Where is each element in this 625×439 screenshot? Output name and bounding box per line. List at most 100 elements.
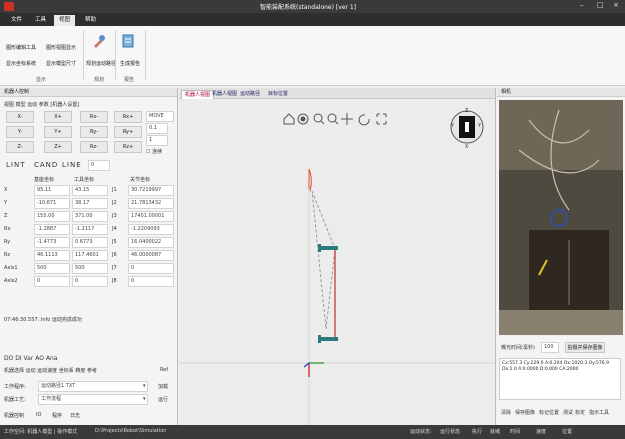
minimize-button[interactable]: – xyxy=(580,1,584,9)
table-cell: -10.671 xyxy=(34,198,70,209)
menu-bar: 文件 工具 视图 帮助 xyxy=(0,13,625,26)
zoom-out-icon xyxy=(327,113,337,123)
table-row-label: J6 xyxy=(112,252,117,258)
table-cell: 500 xyxy=(34,263,70,274)
tab-robot-control[interactable]: 机器控制 xyxy=(4,412,24,419)
motion-path xyxy=(311,190,336,330)
tab-target[interactable]: 目标位置 xyxy=(265,90,291,99)
jog-rz-plus-button[interactable]: Rz+ xyxy=(114,141,142,153)
mode-cand[interactable]: CAND xyxy=(34,161,58,169)
maximize-button[interactable]: □ xyxy=(597,1,604,9)
table-cell: 38.17 xyxy=(72,198,108,209)
table-cell: 155.00 xyxy=(34,211,70,222)
camera-background xyxy=(499,100,623,170)
process-select[interactable]: 工作流程 xyxy=(38,394,148,405)
jog-y-plus-button[interactable]: Y+ xyxy=(44,126,72,138)
indicate-tool-button[interactable]: 指示工具 xyxy=(589,409,609,416)
options-row[interactable]: 机器选择 运动 运动速度 坐标系 精度 参考 xyxy=(4,367,97,374)
jog-x-minus-button[interactable]: X- xyxy=(6,111,34,123)
table-row-label: J5 xyxy=(112,239,117,245)
speed-select[interactable]: MOVE xyxy=(146,111,174,122)
chevron-down-icon[interactable]: ▾ xyxy=(143,383,146,389)
panel-header: 机器人控制 xyxy=(0,88,177,97)
ribbon-button-edit[interactable]: 图形编辑工具 xyxy=(6,44,36,51)
orientation-gizmo: Z Y X Y xyxy=(450,108,484,150)
menu-help[interactable]: 帮助 xyxy=(80,15,101,26)
table-cell: 46.0000087 xyxy=(128,250,174,261)
clear-button[interactable]: 清除 xyxy=(501,409,511,416)
ribbon-button-display[interactable]: 图形视图显示 xyxy=(46,44,76,51)
menu-tools[interactable]: 工具 xyxy=(30,15,51,26)
tab-robot-view-2[interactable]: 机器人视图 xyxy=(209,90,240,99)
capture-button[interactable]: 拍摄并保存图像 xyxy=(565,342,605,353)
tab-program[interactable]: 程序 xyxy=(52,412,62,419)
save-image-button[interactable]: 保存图像 xyxy=(515,409,535,416)
table-row-label: J7 xyxy=(112,265,117,271)
calibrate-button[interactable]: 标定 xyxy=(575,409,585,416)
panel-subtabs[interactable]: 视图 模型 运动 参数 [机器人设置] xyxy=(4,101,79,108)
jog-z-minus-button[interactable]: Z- xyxy=(6,141,34,153)
table-row-label: Ry xyxy=(4,239,11,245)
table-row-label: Y xyxy=(4,200,8,206)
continuous-checkbox[interactable]: ☐ 连续 xyxy=(146,148,162,155)
3d-viewport[interactable]: 机器人视图 机器人视图 运动路径 目标位置 Z Y X Y xyxy=(179,88,496,425)
zoom-in-icon xyxy=(313,113,323,123)
exposure-input[interactable]: 100 xyxy=(541,342,559,353)
exposure-label: 曝光时间(毫秒) xyxy=(501,345,535,351)
speed-input[interactable]: 0.1 xyxy=(146,123,168,134)
ribbon-button-dims[interactable]: 显示模型尺寸 xyxy=(46,60,76,67)
camera-header: 相机 xyxy=(497,88,625,97)
brush-icon xyxy=(94,35,105,48)
table-header-joint: 关节坐标 xyxy=(130,177,151,183)
jog-rz-minus-button[interactable]: Rz- xyxy=(80,141,108,153)
program-select[interactable]: 运动路径1.TXT xyxy=(38,381,148,392)
gizmo-x-label: X xyxy=(465,144,469,150)
chevron-down-icon[interactable]: ▾ xyxy=(143,396,146,402)
menu-file[interactable]: 文件 xyxy=(6,15,27,26)
table-cell: 0 xyxy=(34,276,70,287)
test-button[interactable]: 测试 xyxy=(563,409,573,416)
camera-panel: 相机 曝光时间(毫秒) 100 拍摄并保存图像 Cx:557.3 Cy:229.… xyxy=(497,88,625,425)
table-row-label: J4 xyxy=(112,226,117,232)
scene-canvas[interactable]: Z Y X Y xyxy=(179,99,496,425)
io-tabs[interactable]: DO DI Var AO Ana xyxy=(4,355,57,362)
status-message: 07:46:30.557: Info 运动完成成功 xyxy=(4,317,82,323)
jog-rx-plus-button[interactable]: Rx+ xyxy=(114,111,142,123)
ribbon-button-coords[interactable]: 显示坐标系统 xyxy=(6,60,36,67)
ribbon-button-report[interactable]: 生成报告 xyxy=(120,60,140,67)
options-ref[interactable]: Ref xyxy=(160,367,168,373)
table-cell: 21.7813432 xyxy=(128,198,174,209)
tab-log[interactable]: 日志 xyxy=(70,412,80,419)
jog-ry-minus-button[interactable]: Ry- xyxy=(80,126,108,138)
status-time: 时间 xyxy=(510,429,521,435)
mark-position-button[interactable]: 标记位置 xyxy=(539,409,559,416)
jog-ry-plus-button[interactable]: Ry+ xyxy=(114,126,142,138)
tab-io[interactable]: IO xyxy=(36,412,41,418)
table-cell: 117.4601 xyxy=(72,250,108,261)
status-bar: 工作空间: 机器人模型 | 操作模式 D:\Projects\Robot\Sim… xyxy=(0,425,625,439)
jog-x-plus-button[interactable]: X+ xyxy=(44,111,72,123)
view-toolbar xyxy=(283,113,387,126)
title-bar: 智能装配系统(standalone) [ver 1] – □ × xyxy=(0,0,625,13)
table-row-label: J2 xyxy=(112,200,117,206)
run-button[interactable]: 运行 xyxy=(158,396,168,403)
load-button[interactable]: 加载 xyxy=(158,383,168,390)
ribbon-button-plan-path[interactable]: 规划运动路径 xyxy=(86,60,116,67)
jog-y-minus-button[interactable]: Y- xyxy=(6,126,34,138)
camera-image[interactable] xyxy=(499,100,623,335)
jog-z-plus-button[interactable]: Z+ xyxy=(44,141,72,153)
mode-lint[interactable]: LINT xyxy=(6,161,25,169)
step-input[interactable]: 1 xyxy=(146,135,168,146)
close-button[interactable]: × xyxy=(613,1,619,9)
jog-rx-minus-button[interactable]: Rx- xyxy=(80,111,108,123)
status-motion-label: 运动状态: xyxy=(410,429,432,435)
menu-view[interactable]: 视图 xyxy=(54,15,76,26)
status-ready: 就绪 xyxy=(490,429,501,435)
mode-select[interactable]: 0 xyxy=(88,160,110,171)
mode-line[interactable]: LINE xyxy=(62,161,82,169)
table-row-label: J8 xyxy=(112,278,117,284)
table-cell: -1.2887 xyxy=(34,224,70,235)
tab-motion-path[interactable]: 运动路径 xyxy=(237,90,263,99)
target-icon-center xyxy=(300,116,306,122)
ribbon-group-report: 报告 xyxy=(124,77,135,83)
